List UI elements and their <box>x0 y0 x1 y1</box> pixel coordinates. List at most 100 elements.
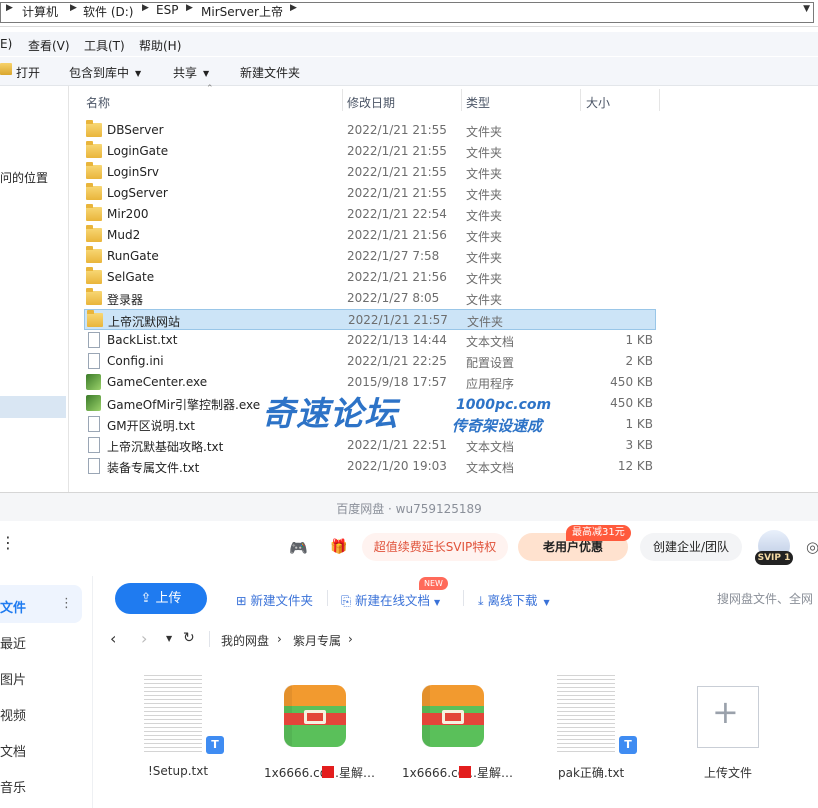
new-online-doc-action[interactable]: ⎘ 新建在线文档 ▼ <box>341 590 440 609</box>
breadcrumb-arrow-icon[interactable]: ▶ <box>186 3 193 13</box>
file-row[interactable]: Mir200 2022/1/21 22:54 文件夹 <box>84 204 656 225</box>
gift-icon[interactable]: 🎁 <box>330 539 347 555</box>
offline-download-action[interactable]: ⤓ 离线下载 ▼ <box>478 590 550 609</box>
file-row[interactable]: LogServer 2022/1/21 21:55 文件夹 <box>84 183 656 204</box>
file-row[interactable]: LoginSrv 2022/1/21 21:55 文件夹 <box>84 162 656 183</box>
column-date[interactable]: 修改日期 <box>347 94 395 111</box>
path-current-folder[interactable]: 紫月专属 <box>293 632 341 649</box>
create-enterprise-button[interactable]: 创建企业/团队 <box>640 533 742 561</box>
file-row[interactable]: LoginGate 2022/1/21 21:55 文件夹 <box>84 141 656 162</box>
sidebar-item-recent[interactable]: 最近 <box>0 633 26 652</box>
file-row[interactable]: DBServer 2022/1/21 21:55 文件夹 <box>84 120 656 141</box>
refresh-icon[interactable]: ↻ <box>183 630 195 646</box>
file-name: BackList.txt <box>107 333 178 347</box>
new-folder-button[interactable]: 新建文件夹 <box>240 64 300 81</box>
menu-tools[interactable]: 工具(T) <box>84 37 125 54</box>
file-size: 12 KB <box>617 459 653 473</box>
file-name: SelGate <box>107 270 155 284</box>
file-name: DBServer <box>107 123 164 137</box>
file-row[interactable]: 上帝沉默网站 2022/1/21 21:57 文件夹 <box>84 309 656 330</box>
doc-plus-icon: ⎘ <box>341 593 355 608</box>
file-date: 2022/1/21 21:57 <box>348 313 448 327</box>
more-options-icon[interactable]: ⋮ <box>60 596 73 611</box>
breadcrumb-arrow-icon[interactable]: ▶ <box>6 3 13 13</box>
file-tile-label[interactable]: 1x6666.co…星解… <box>402 764 513 781</box>
nav-recent-places[interactable]: 问的位置 <box>0 169 48 186</box>
file-tile-label[interactable]: pak正确.txt <box>558 764 624 781</box>
text-file-icon: T <box>619 736 637 754</box>
search-input[interactable]: 搜网盘文件、全网 <box>717 590 813 607</box>
file-row[interactable]: RunGate 2022/1/27 7:58 文件夹 <box>84 246 656 267</box>
file-tile-label[interactable]: 1x6666.co…星解… <box>264 764 375 781</box>
column-divider[interactable] <box>580 89 581 111</box>
menu-view[interactable]: 查看(V) <box>28 37 70 54</box>
file-tile-setup[interactable]: T <box>144 672 224 754</box>
zip-archive-icon[interactable] <box>284 685 346 747</box>
sidebar-item-videos[interactable]: 视频 <box>0 705 26 724</box>
file-name: GameOfMir引擎控制器.exe <box>107 398 261 412</box>
file-row[interactable]: 装备专属文件.txt 2022/1/20 19:03 文本文档 12 KB <box>84 456 656 477</box>
game-controller-icon[interactable]: 🎮 <box>289 539 308 557</box>
breadcrumb-arrow-icon[interactable]: ▶ <box>290 3 297 13</box>
file-date: 2022/1/20 19:03 <box>347 459 447 473</box>
nav-selected-item[interactable] <box>0 396 66 418</box>
settings-icon[interactable]: ◎ <box>806 538 818 556</box>
address-dropdown-icon[interactable]: ▼ <box>803 4 810 14</box>
open-folder-icon[interactable] <box>0 63 12 75</box>
file-row[interactable]: Mud2 2022/1/21 21:56 文件夹 <box>84 225 656 246</box>
file-row[interactable]: BackList.txt 2022/1/13 14:44 文本文档 1 KB <box>84 330 656 351</box>
file-name: RunGate <box>107 249 159 263</box>
sidebar-item-music[interactable]: 音乐 <box>0 777 26 796</box>
file-tile-label[interactable]: !Setup.txt <box>148 764 208 778</box>
column-name[interactable]: 名称 <box>86 94 110 111</box>
zip-archive-icon[interactable] <box>422 685 484 747</box>
include-in-library-button[interactable]: 包含到库中 ▼ <box>69 64 141 81</box>
column-type[interactable]: 类型 <box>466 94 490 111</box>
breadcrumb-arrow-icon[interactable]: ▶ <box>142 3 149 13</box>
sidebar-item-files[interactable]: 文件 <box>0 597 26 616</box>
file-row[interactable]: 登录器 2022/1/27 8:05 文件夹 <box>84 288 656 309</box>
column-divider[interactable] <box>342 89 343 111</box>
file-date: 2022/1/21 21:55 <box>347 123 447 137</box>
watermark: 奇速论坛 1000pc.com 传奇架设速成 <box>262 385 562 445</box>
command-bar: 打开 包含到库中 ▼ 共享 ▼ 新建文件夹 <box>0 57 818 86</box>
file-tile-pak[interactable]: T <box>557 672 637 754</box>
breadcrumb-esp[interactable]: ESP <box>156 3 178 17</box>
folder-icon <box>86 225 102 242</box>
share-button[interactable]: 共享 ▼ <box>173 64 209 81</box>
column-divider[interactable] <box>659 89 660 111</box>
path-my-disk[interactable]: 我的网盘 <box>221 632 269 649</box>
breadcrumb-mirserver[interactable]: MirServer上帝 <box>201 3 283 20</box>
column-size[interactable]: 大小 <box>586 94 610 111</box>
menu-bar: E) 查看(V) 工具(T) 帮助(H) <box>0 32 818 56</box>
application-icon <box>86 395 101 411</box>
new-folder-action[interactable]: ⊞ 新建文件夹 <box>236 590 313 609</box>
file-type: 文件夹 <box>466 272 503 286</box>
navigation-pane[interactable]: 问的位置 <box>0 86 69 492</box>
back-arrow-icon[interactable]: ‹ <box>110 629 116 648</box>
upload-button[interactable]: ⇪ 上传 <box>115 583 207 614</box>
breadcrumb-computer[interactable]: 计算机 <box>22 3 58 20</box>
file-name: LogServer <box>107 186 168 200</box>
forward-arrow-icon[interactable]: › <box>141 629 147 648</box>
upload-file-tile[interactable]: + <box>697 686 759 748</box>
file-type: 文件夹 <box>466 167 503 181</box>
new-badge: NEW <box>419 577 448 590</box>
address-bar[interactable]: ▶ 计算机 ▶ 软件 (D:) ▶ ESP ▶ MirServer上帝 ▶ ▼ <box>0 0 818 27</box>
open-button[interactable]: 打开 <box>16 64 40 81</box>
history-dropdown-icon[interactable]: ▼ <box>166 634 172 643</box>
offline-label: 离线下载 <box>487 593 538 608</box>
menu-help[interactable]: 帮助(H) <box>139 37 181 54</box>
sidebar-item-images[interactable]: 图片 <box>0 669 26 688</box>
include-label: 包含到库中 <box>69 66 130 80</box>
file-name: GameCenter.exe <box>107 375 208 389</box>
file-row[interactable]: Config.ini 2022/1/21 22:25 配置设置 2 KB <box>84 351 656 372</box>
upload-file-label[interactable]: 上传文件 <box>704 764 752 781</box>
menu-edit[interactable]: E) <box>0 37 12 51</box>
breadcrumb-arrow-icon[interactable]: ▶ <box>70 3 77 13</box>
svip-renew-promo[interactable]: 超值续费延长SVIP特权 <box>362 533 508 561</box>
breadcrumb-drive[interactable]: 软件 (D:) <box>83 3 133 20</box>
file-row[interactable]: SelGate 2022/1/21 21:56 文件夹 <box>84 267 656 288</box>
sidebar-item-docs[interactable]: 文档 <box>0 741 26 760</box>
column-divider[interactable] <box>461 89 462 111</box>
